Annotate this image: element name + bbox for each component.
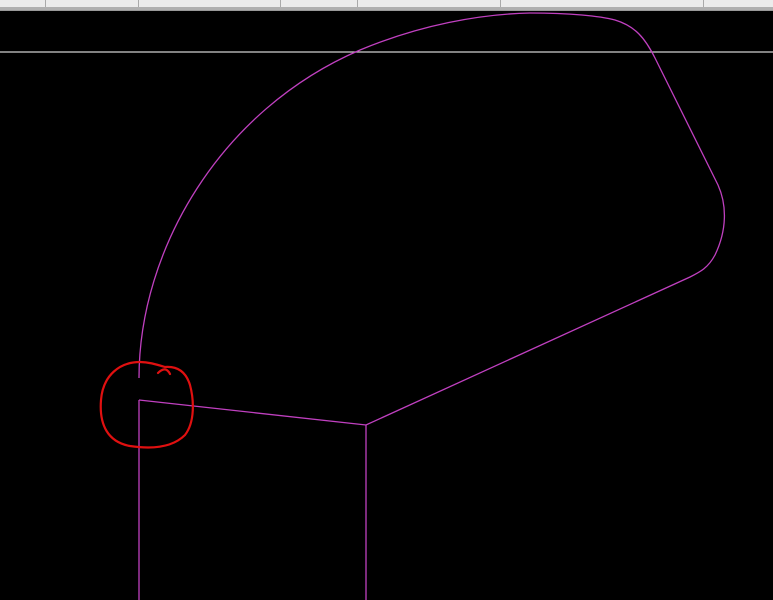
toolbar-shadow bbox=[0, 7, 773, 10]
toolbar-strip bbox=[0, 0, 773, 11]
outline-curve bbox=[138, 12, 726, 426]
drawing-canvas[interactable] bbox=[0, 11, 773, 600]
